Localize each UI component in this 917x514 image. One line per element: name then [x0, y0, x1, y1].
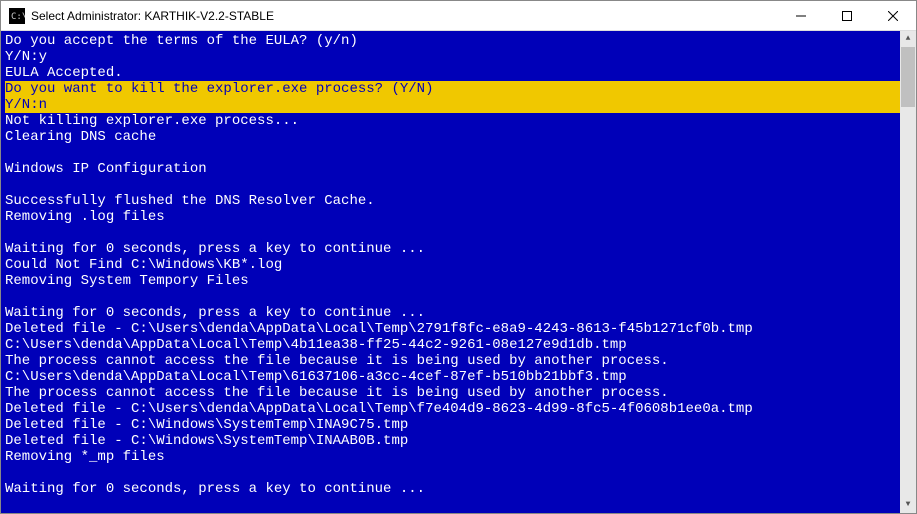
scrollbar-thumb[interactable]	[901, 47, 915, 107]
terminal-line: Removing System Tempory Files	[5, 273, 912, 289]
terminal-line: Do you want to kill the explorer.exe pro…	[5, 81, 912, 97]
terminal-content[interactable]: Do you accept the terms of the EULA? (y/…	[1, 31, 916, 513]
terminal-line: The process cannot access the file becau…	[5, 353, 912, 369]
terminal-line: Removing *_mp files	[5, 449, 912, 465]
window-controls	[778, 1, 916, 30]
terminal-line: Y/N:y	[5, 49, 912, 65]
terminal-line: EULA Accepted.	[5, 65, 912, 81]
scroll-down-arrow[interactable]: ▼	[900, 497, 916, 513]
console-window: C:\ Select Administrator: KARTHIK-V2.2-S…	[0, 0, 917, 514]
maximize-button[interactable]	[824, 1, 870, 30]
terminal-line: Deleted file - C:\Windows\SystemTemp\INA…	[5, 433, 912, 449]
terminal-line: The process cannot access the file becau…	[5, 385, 912, 401]
terminal-line: C:\Users\denda\AppData\Local\Temp\616371…	[5, 369, 912, 385]
titlebar[interactable]: C:\ Select Administrator: KARTHIK-V2.2-S…	[1, 1, 916, 31]
scrollbar[interactable]: ▲ ▼	[900, 31, 916, 513]
scrollbar-track[interactable]	[900, 47, 916, 497]
terminal-line: Waiting for 0 seconds, press a key to co…	[5, 241, 912, 257]
scroll-up-arrow[interactable]: ▲	[900, 31, 916, 47]
terminal-line: Do you accept the terms of the EULA? (y/…	[5, 33, 912, 49]
terminal-line: Successfully flushed the DNS Resolver Ca…	[5, 193, 912, 209]
terminal-line	[5, 289, 912, 305]
terminal-line: Clearing DNS cache	[5, 129, 912, 145]
close-button[interactable]	[870, 1, 916, 30]
terminal-line: Deleted file - C:\Windows\SystemTemp\INA…	[5, 417, 912, 433]
terminal-line	[5, 145, 912, 161]
terminal-line: Waiting for 0 seconds, press a key to co…	[5, 481, 912, 497]
terminal-line: Waiting for 0 seconds, press a key to co…	[5, 305, 912, 321]
terminal-line: C:\Users\denda\AppData\Local\Temp\4b11ea…	[5, 337, 912, 353]
terminal-line: Windows IP Configuration	[5, 161, 912, 177]
cmd-icon: C:\	[9, 8, 25, 24]
terminal-line	[5, 465, 912, 481]
terminal-line: Removing .log files	[5, 209, 912, 225]
terminal-line: Deleted file - C:\Users\denda\AppData\Lo…	[5, 401, 912, 417]
terminal-line: Could Not Find C:\Windows\KB*.log	[5, 257, 912, 273]
terminal-line: Y/N:n	[5, 97, 912, 113]
terminal-line: Not killing explorer.exe process...	[5, 113, 912, 129]
terminal-line: Deleted file - C:\Users\denda\AppData\Lo…	[5, 321, 912, 337]
svg-text:C:\: C:\	[11, 12, 25, 22]
terminal-line	[5, 225, 912, 241]
window-title: Select Administrator: KARTHIK-V2.2-STABL…	[31, 9, 778, 23]
minimize-button[interactable]	[778, 1, 824, 30]
terminal-line	[5, 177, 912, 193]
